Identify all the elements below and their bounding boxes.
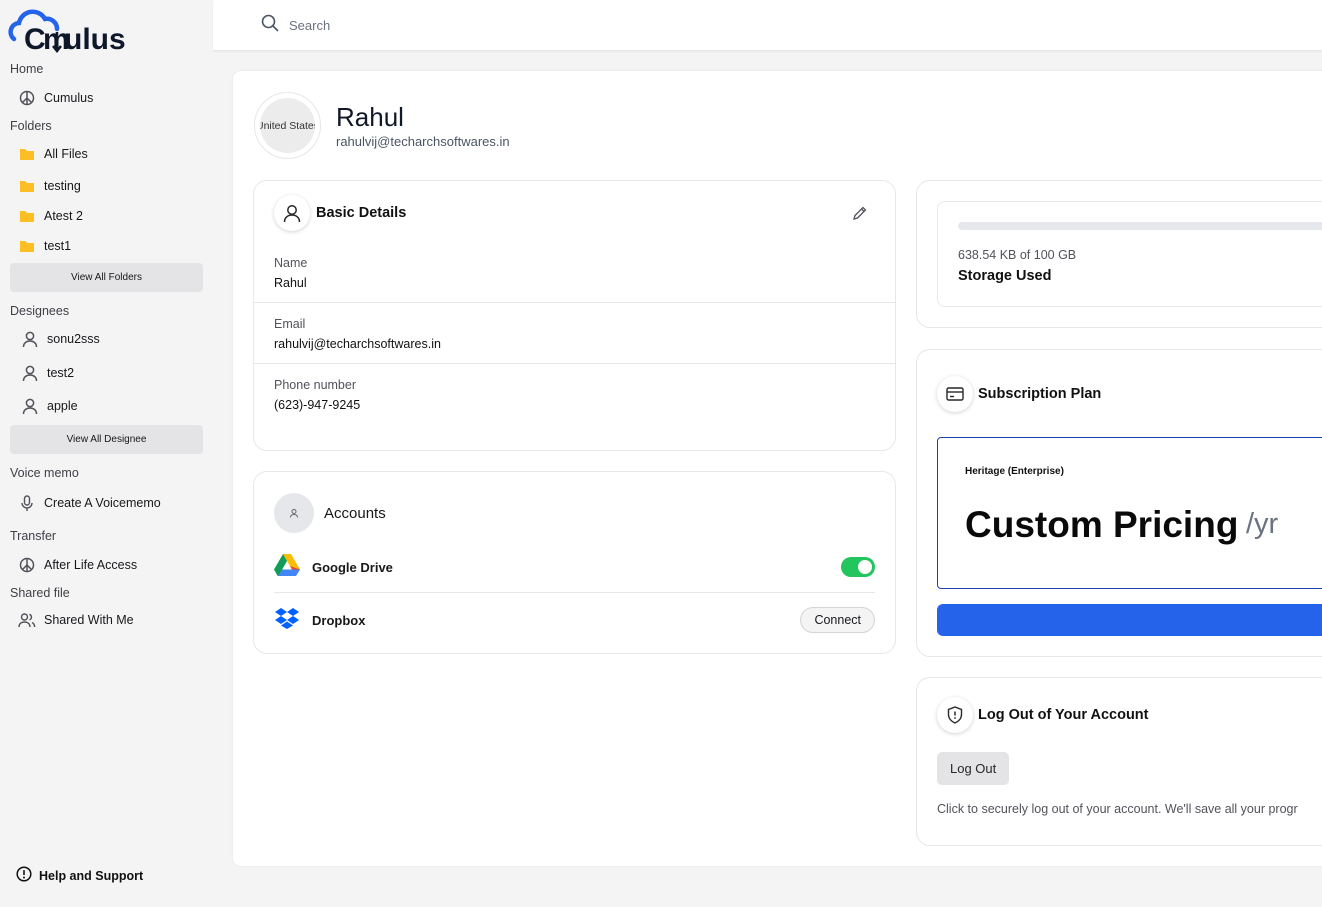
sidebar-item-label: After Life Access [44, 558, 138, 572]
sidebar-item-all-files[interactable]: All Files [18, 142, 88, 166]
basic-details-card: Basic Details Name Rahul Email rahulvij@… [253, 180, 896, 451]
dropbox-connect-button[interactable]: Connect [800, 607, 875, 633]
google-drive-toggle[interactable] [841, 557, 875, 577]
help-and-support-label: Help and Support [39, 868, 144, 883]
sidebar-item-label: All Files [44, 147, 88, 161]
divider [254, 302, 895, 303]
storage-progress-bar [958, 222, 1322, 230]
sidebar-item-label: testing [44, 179, 81, 193]
help-and-support-link[interactable]: Help and Support [16, 866, 143, 885]
home-heading: Home [10, 62, 44, 76]
search-input[interactable] [289, 18, 589, 33]
svg-text:ulus: ulus [64, 23, 126, 54]
sidebar-item-label: Shared With Me [44, 613, 134, 627]
logout-button[interactable]: Log Out [937, 752, 1010, 785]
folder-icon [18, 207, 36, 225]
google-drive-label: Google Drive [312, 559, 393, 575]
profile-panel: United States Rahul rahulvij@techarchsof… [233, 71, 1322, 866]
logout-title: Log Out of Your Account [978, 707, 1149, 723]
sidebar-item-create-voicememo[interactable]: Create A Voicememo [18, 491, 161, 515]
voice-memo-heading: Voice memo [10, 466, 79, 480]
phone-value: (623)-947-9245 [274, 398, 361, 412]
shared-file-heading: Shared file [10, 586, 70, 600]
storage-card: 638.54 KB of 100 GB Storage Used [916, 180, 1322, 328]
dropbox-icon [274, 607, 300, 634]
sidebar-item-apple[interactable]: apple [21, 394, 78, 418]
sidebar-item-shared-with-me[interactable]: Shared With Me [18, 608, 134, 632]
microphone-icon [18, 494, 36, 512]
storage-used-label: Storage Used [958, 268, 1052, 284]
peace-icon [18, 89, 36, 107]
sidebar-item-label: apple [47, 399, 78, 413]
divider [274, 592, 875, 593]
user-icon [274, 195, 310, 231]
search-icon [261, 14, 279, 37]
dropbox-row: Dropbox Connect [274, 607, 875, 633]
subscription-action-button[interactable] [937, 604, 1322, 636]
credit-card-icon [937, 376, 973, 412]
transfer-heading: Transfer [10, 529, 57, 543]
name-value: Rahul [274, 276, 307, 290]
email-label: Email [274, 317, 306, 331]
folders-heading: Folders [10, 119, 52, 133]
user-icon [21, 397, 39, 415]
basic-details-title: Basic Details [316, 205, 407, 221]
email-value: rahulvij@techarchsoftwares.in [274, 337, 441, 351]
profile-email: rahulvij@techarchsoftwares.in [336, 134, 510, 149]
logout-description: Click to securely log out of your accoun… [937, 802, 1298, 816]
edit-pencil-icon[interactable] [852, 205, 868, 226]
plan-price: Custom Pricing [965, 504, 1239, 545]
top-bar [213, 0, 1322, 51]
user-icon [21, 330, 39, 348]
folder-icon [18, 145, 36, 163]
sidebar-item-sonu2sss[interactable]: sonu2sss [21, 327, 100, 351]
google-drive-row: Google Drive [274, 554, 875, 580]
phone-label: Phone number [274, 378, 357, 392]
users-icon [18, 611, 36, 629]
plan-tier: Heritage (Enterprise) [965, 466, 1064, 477]
plan-card[interactable]: Heritage (Enterprise) Custom Pricing /yr [937, 437, 1322, 589]
accounts-title: Accounts [324, 505, 386, 522]
plan-period: /yr [1246, 508, 1279, 540]
sidebar-item-atest-2[interactable]: Atest 2 [18, 204, 83, 228]
sidebar-item-cumulus[interactable]: Cumulus [18, 86, 93, 110]
avatar[interactable]: United States [254, 92, 321, 159]
folder-icon [18, 237, 36, 255]
sidebar-item-label: test1 [44, 239, 72, 253]
sidebar-item-label: Cumulus [44, 91, 94, 105]
subscription-title: Subscription Plan [978, 386, 1102, 402]
sidebar-item-label: sonu2sss [47, 332, 100, 346]
logout-card: Log Out of Your Account Log Out Click to… [916, 677, 1322, 846]
user-icon [21, 364, 39, 382]
dropbox-label: Dropbox [312, 612, 366, 628]
folder-icon [18, 177, 36, 195]
shield-icon [937, 697, 973, 733]
account-avatar-icon [274, 493, 314, 533]
alert-circle-icon [16, 866, 32, 885]
divider [254, 363, 895, 364]
sidebar-item-label: Atest 2 [44, 209, 83, 223]
sidebar: C ulus m Home Cumulus Folders All Files … [0, 0, 213, 907]
sidebar-item-label: Create A Voicememo [44, 496, 161, 510]
storage-box: 638.54 KB of 100 GB Storage Used [937, 201, 1322, 307]
profile-name: Rahul [336, 102, 404, 132]
subscription-card: Subscription Plan Heritage (Enterprise) … [916, 349, 1322, 657]
name-label: Name [274, 256, 308, 270]
view-all-folders-button[interactable]: View All Folders [10, 263, 203, 292]
designees-heading: Designees [10, 304, 70, 318]
sidebar-item-label: test2 [47, 366, 75, 380]
view-all-designee-button[interactable]: View All Designee [10, 425, 203, 454]
peace-icon [18, 556, 36, 574]
google-drive-icon [274, 553, 300, 581]
sidebar-item-testing[interactable]: testing [18, 174, 81, 198]
cumulus-logo[interactable]: C ulus m [8, 6, 158, 54]
accounts-card: Accounts Google Drive Dropbox Connect [253, 471, 896, 654]
search-bar [261, 14, 589, 37]
avatar-image: United States [260, 98, 315, 153]
sidebar-item-test2[interactable]: test2 [21, 361, 74, 385]
sidebar-item-after-life-access[interactable]: After Life Access [18, 553, 137, 577]
sidebar-item-test1[interactable]: test1 [18, 234, 71, 258]
storage-amount: 638.54 KB of 100 GB [958, 248, 1077, 262]
